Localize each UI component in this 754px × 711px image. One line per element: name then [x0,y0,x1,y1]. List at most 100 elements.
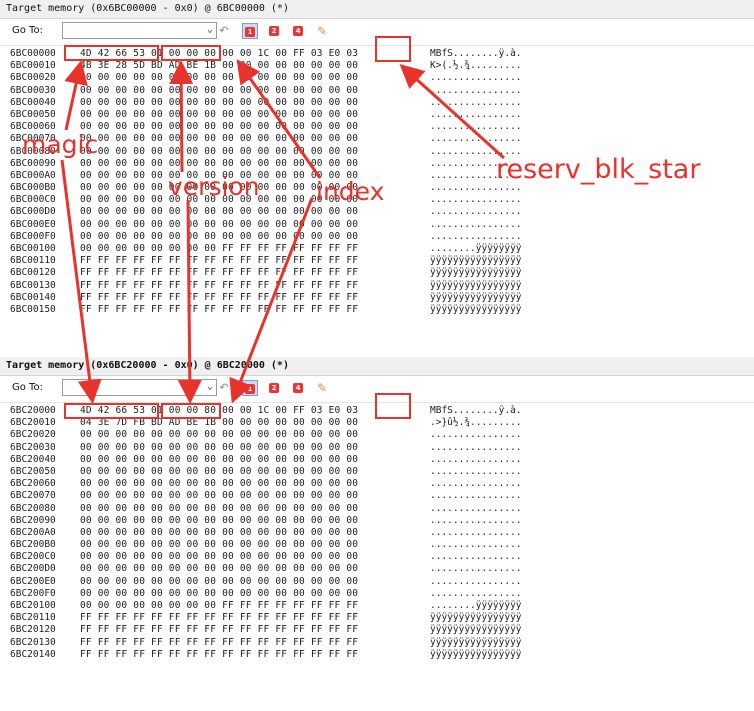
hex-row[interactable]: 6BC20020 00 00 00 00 00 00 00 00 00 00 00… [0,429,754,441]
row-address: 6BC000E0 [10,218,56,230]
row-bytes: 00 00 00 00 00 00 00 00 00 00 00 00 00 0… [80,72,359,84]
row-ascii: ÿÿÿÿÿÿÿÿÿÿÿÿÿÿÿÿ [430,279,522,291]
hex-row[interactable]: 6BC20010 04 3E 7D FB BD AD BE 1B 00 00 00… [0,417,754,429]
hex-row[interactable]: 6BC20130 FF FF FF FF FF FF FF FF FF FF FF… [0,637,754,649]
hex-row[interactable]: 6BC20100 00 00 00 00 00 00 00 00 FF FF FF… [0,600,754,612]
row-bytes: 00 00 00 00 00 00 00 00 FF FF FF FF FF F… [80,600,359,611]
row-address: 6BC20110 [10,612,56,624]
bookmark-2-icon: 2 [269,383,279,393]
hex-row[interactable]: 6BC000A0 00 00 00 00 00 00 00 00 00 00 00… [0,170,754,182]
row-ascii: ................ [430,72,522,84]
hex-row[interactable]: 6BC20110 FF FF FF FF FF FF FF FF FF FF FF… [0,612,754,624]
hex-row[interactable]: 6BC00120 FF FF FF FF FF FF FF FF FF FF FF… [0,267,754,279]
row-address: 6BC00100 [10,243,56,254]
hex-row[interactable]: 6BC20030 00 00 00 00 00 00 00 00 00 00 00… [0,442,754,454]
row-address: 6BC200F0 [10,587,56,599]
hex-row[interactable]: 6BC00030 00 00 00 00 00 00 00 00 00 00 00… [0,85,754,97]
row-ascii: ................ [430,514,522,526]
back-arrow-icon[interactable]: ↶ [216,380,232,396]
row-address: 6BC00080 [10,145,56,157]
row-ascii: ................ [430,441,522,453]
row-bytes: FF FF FF FF FF FF FF FF FF FF FF FF FF F… [80,267,359,279]
back-arrow-icon[interactable]: ↶ [216,23,232,39]
row-address: 6BC20060 [10,478,56,490]
hex-row[interactable]: 6BC20080 00 00 00 00 00 00 00 00 00 00 00… [0,503,754,515]
row-bytes: 00 00 00 00 00 00 00 00 FF FF FF FF FF F… [80,243,359,254]
hex-row[interactable]: 6BC00080 00 00 00 00 00 00 00 00 00 00 00… [0,146,754,158]
goto-label: Go To: [12,25,43,36]
hex-row[interactable]: 6BC20060 00 00 00 00 00 00 00 00 00 00 00… [0,478,754,490]
edit-notes-icon[interactable]: ✎ [314,380,330,396]
hex-row[interactable]: 6BC000E0 00 00 00 00 00 00 00 00 00 00 00… [0,219,754,231]
hex-row[interactable]: 6BC00130 FF FF FF FF FF FF FF FF FF FF FF… [0,280,754,292]
row-bytes: 00 00 00 00 00 00 00 00 00 00 00 00 00 0… [80,563,359,575]
hex-row[interactable]: 6BC20040 00 00 00 00 00 00 00 00 00 00 00… [0,454,754,466]
row-address: 6BC000B0 [10,182,56,194]
hex-row[interactable]: 6BC000C0 00 00 00 00 00 00 00 00 00 00 00… [0,194,754,206]
hex-row[interactable]: 6BC200F0 00 00 00 00 00 00 00 00 00 00 00… [0,588,754,600]
bookmark-4-icon: 4 [293,383,303,393]
row-address: 6BC00030 [10,84,56,96]
hex-row[interactable]: 6BC20070 00 00 00 00 00 00 00 00 00 00 00… [0,490,754,502]
hex-row[interactable]: 6BC00000 4D 42 66 53 01 00 00 00 00 00 1C… [0,48,754,60]
hex-row[interactable]: 6BC00150 FF FF FF FF FF FF FF FF FF FF FF… [0,304,754,316]
row-bytes: 00 00 00 00 00 00 00 00 00 00 00 00 00 0… [80,206,359,218]
row-ascii: ........ÿÿÿÿÿÿÿÿ [430,600,522,611]
row-address: 6BC20000 [10,405,56,416]
bookmark-2-button[interactable]: 2 [266,380,282,396]
hex-row[interactable]: 6BC200D0 00 00 00 00 00 00 00 00 00 00 00… [0,563,754,575]
hex-row[interactable]: 6BC20090 00 00 00 00 00 00 00 00 00 00 00… [0,515,754,527]
hex-row[interactable]: 6BC000F0 00 00 00 00 00 00 00 00 00 00 00… [0,231,754,243]
row-ascii: ................ [430,108,522,120]
hex-row[interactable]: 6BC000B0 00 00 00 00 00 00 00 00 00 00 00… [0,182,754,194]
hex-row[interactable]: 6BC00070 00 00 00 00 00 00 00 00 00 00 00… [0,133,754,145]
bookmark-2-button[interactable]: 2 [266,23,282,39]
row-ascii: ................ [430,133,522,145]
hex-row[interactable]: 6BC00060 00 00 00 00 00 00 00 00 00 00 00… [0,121,754,133]
row-address: 6BC00020 [10,72,56,84]
hex-row[interactable]: 6BC20050 00 00 00 00 00 00 00 00 00 00 00… [0,466,754,478]
hex-row[interactable]: 6BC200B0 00 00 00 00 00 00 00 00 00 00 00… [0,539,754,551]
row-address: 6BC20120 [10,624,56,636]
hex-row[interactable]: 6BC00090 00 00 00 00 00 00 00 00 00 00 00… [0,158,754,170]
row-address: 6BC00110 [10,255,56,267]
hex-row[interactable]: 6BC00110 FF FF FF FF FF FF FF FF FF FF FF… [0,255,754,267]
goto-address-dropdown[interactable]: ⌄ [62,22,217,39]
hex-row[interactable]: 6BC00040 00 00 00 00 00 00 00 00 00 00 00… [0,97,754,109]
row-ascii: ................ [430,121,522,133]
bookmark-4-button[interactable]: 4 [290,380,306,396]
bookmark-1-button[interactable]: 1 [242,23,258,39]
row-ascii: ................ [430,490,522,502]
bookmark-4-button[interactable]: 4 [290,23,306,39]
row-bytes: 00 00 00 00 00 00 00 00 00 00 00 00 00 0… [80,133,359,145]
hex-row[interactable]: 6BC00140 FF FF FF FF FF FF FF FF FF FF FF… [0,292,754,304]
row-ascii: ................ [430,96,522,108]
hex-row[interactable]: 6BC00010 4B 3E 28 5D BD AD BE 1B 00 00 00… [0,60,754,72]
goto-label: Go To: [12,382,43,393]
hex-row[interactable]: 6BC200E0 00 00 00 00 00 00 00 00 00 00 00… [0,576,754,588]
row-bytes: 00 00 00 00 00 00 00 00 00 00 00 00 00 0… [80,490,359,502]
row-address: 6BC000C0 [10,194,56,206]
hex-row[interactable]: 6BC20000 4D 42 66 53 01 00 00 80 00 00 1C… [0,405,754,417]
hex-row[interactable]: 6BC00050 00 00 00 00 00 00 00 00 00 00 00… [0,109,754,121]
hex-row[interactable]: 6BC00100 00 00 00 00 00 00 00 00 FF FF FF… [0,243,754,255]
hex-row[interactable]: 6BC200A0 00 00 00 00 00 00 00 00 00 00 00… [0,527,754,539]
row-ascii: ................ [430,145,522,157]
edit-notes-icon[interactable]: ✎ [314,23,330,39]
row-bytes: 00 00 00 00 00 00 00 00 00 00 00 00 00 0… [80,478,359,490]
hex-view[interactable]: 6BC00000 4D 42 66 53 01 00 00 00 00 00 1C… [0,46,754,316]
hex-row[interactable]: 6BC200C0 00 00 00 00 00 00 00 00 00 00 00… [0,551,754,563]
row-address: 6BC00090 [10,157,56,169]
row-address: 6BC20140 [10,648,56,660]
hex-view[interactable]: 6BC20000 4D 42 66 53 01 00 00 80 00 00 1C… [0,403,754,661]
hex-row[interactable]: 6BC20120 FF FF FF FF FF FF FF FF FF FF FF… [0,624,754,636]
bookmark-4-icon: 4 [293,26,303,36]
hex-row[interactable]: 6BC000D0 00 00 00 00 00 00 00 00 00 00 00… [0,206,754,218]
row-bytes: 00 00 00 00 00 00 00 00 00 00 00 00 00 0… [80,551,359,563]
row-address: 6BC200C0 [10,551,56,563]
hex-row[interactable]: 6BC00020 00 00 00 00 00 00 00 00 00 00 00… [0,72,754,84]
hex-row[interactable]: 6BC20140 FF FF FF FF FF FF FF FF FF FF FF… [0,649,754,661]
row-ascii: ................ [430,169,522,181]
bookmark-1-button[interactable]: 1 [242,380,258,396]
goto-address-dropdown[interactable]: ⌄ [62,379,217,396]
